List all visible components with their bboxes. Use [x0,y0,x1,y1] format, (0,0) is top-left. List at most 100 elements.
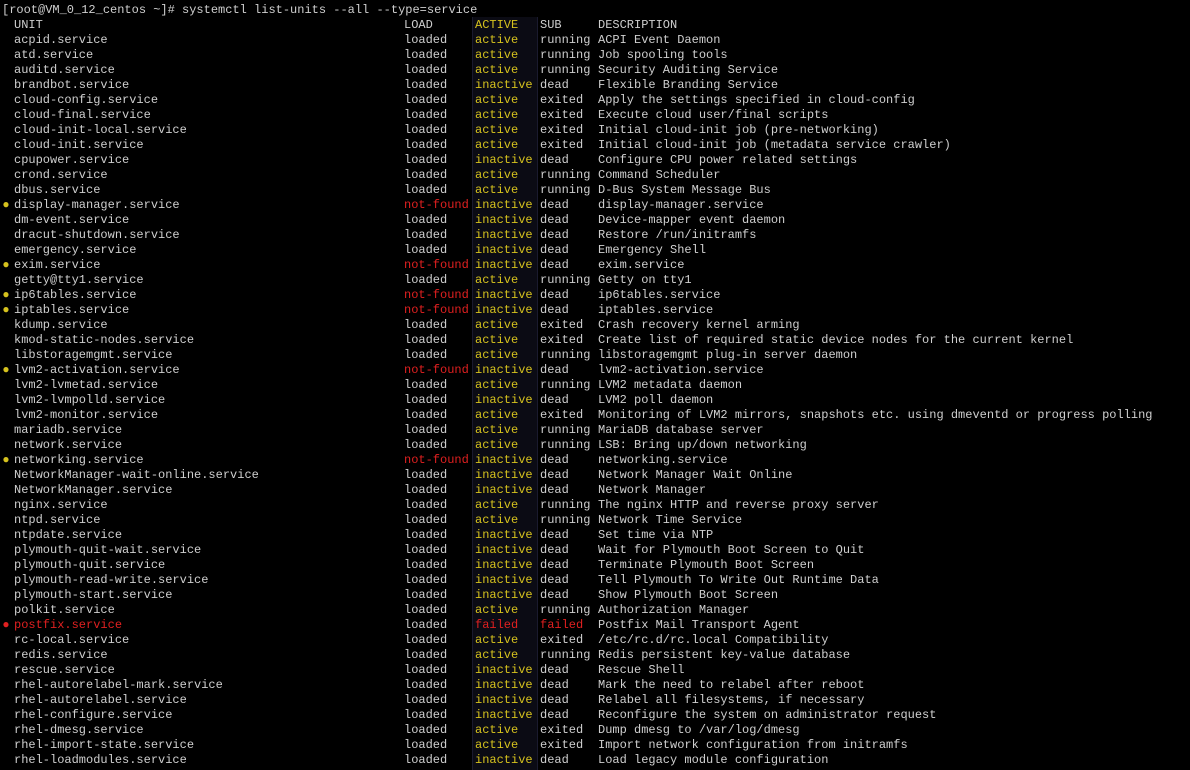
active-state: inactive [475,468,533,482]
active-state: active [475,498,519,512]
table-row: rhel-dmesg.service loaded active exited Dump… [0,723,1190,738]
table-row: emergency.service loaded inactive dead Emerg… [0,243,1190,258]
active-state: inactive [475,153,533,167]
unit-name: rhel-loadmodules.service [14,753,187,767]
sub-state: exited [540,633,584,647]
table-row: ● iptables.service not-found inactive dead ip… [0,303,1190,318]
unit-name: kdump.service [14,318,108,332]
table-row: dbus.service loaded active running D-Bus Sys… [0,183,1190,198]
unit-name: acpid.service [14,33,108,47]
unit-description: Load legacy module configuration [598,753,829,767]
sub-state: exited [540,318,584,332]
status-bullet-icon [0,498,12,513]
table-row: rescue.service loaded inactive dead Rescue S… [0,663,1190,678]
load-state: not-found [404,198,469,212]
sub-state: dead [540,228,569,242]
sub-state: dead [540,573,569,587]
table-row: cpupower.service loaded inactive dead Config… [0,153,1190,168]
load-state: loaded [404,168,448,182]
load-state: loaded [404,633,448,647]
load-state: loaded [404,723,448,737]
sub-state: exited [540,93,584,107]
table-row: rc-local.service loaded active exited/etc/r… [0,633,1190,648]
unit-name: cloud-init.service [14,138,144,152]
unit-description: Monitoring of LVM2 mirrors, snapshots et… [598,408,1153,422]
unit-description: LSB: Bring up/down networking [598,438,807,452]
unit-name: lvm2-lvmetad.service [14,378,159,392]
table-row: ntpdate.service loaded inactive dead Set tim… [0,528,1190,543]
active-state: active [475,348,519,362]
load-state: loaded [404,603,448,617]
sub-state: exited [540,738,584,752]
load-state: loaded [404,138,448,152]
sub-state: dead [540,198,569,212]
unit-description: Wait for Plymouth Boot Screen to Quit [598,543,865,557]
unit-description: ip6tables.service [598,288,721,302]
terminal-window[interactable]: [root@VM_0_12_centos ~]# systemctl list-… [0,0,1190,770]
load-state: loaded [404,738,448,752]
unit-description: Show Plymouth Boot Screen [598,588,779,602]
load-state: loaded [404,78,448,92]
unit-description: Apply the settings specified in cloud-co… [598,93,915,107]
unit-description: Crash recovery kernel arming [598,318,800,332]
table-row: crond.service loaded active running Command … [0,168,1190,183]
active-state: active [475,93,519,107]
status-bullet-icon: ● [2,363,10,377]
status-bullet-icon: ● [2,288,10,302]
unit-name: lvm2-monitor.service [14,408,159,422]
status-bullet-icon [0,558,12,573]
active-state: active [475,168,519,182]
table-row: lvm2-lvmpolld.service loaded inactive dead L… [0,393,1190,408]
active-state: inactive [475,558,533,572]
table-row: plymouth-quit.service loaded inactive dead T… [0,558,1190,573]
status-bullet-icon: ● [2,453,10,467]
load-state: loaded [404,558,448,572]
table-header: UNIT LOAD ACTIVE SUB DESCRIPTION [0,18,1190,33]
unit-description: ACPI Event Daemon [598,33,721,47]
active-state: active [475,33,519,47]
header-unit: UNIT [14,18,43,32]
header-sub: SUB [540,18,562,32]
unit-name: auditd.service [14,63,115,77]
load-state: loaded [404,468,448,482]
unit-name: network.service [14,438,123,452]
status-bullet-icon [0,468,12,483]
sub-state: dead [540,78,569,92]
sub-state: dead [540,693,569,707]
sub-state: dead [540,243,569,257]
unit-description: Command Scheduler [598,168,721,182]
table-row: dm-event.service loaded inactive dead Device… [0,213,1190,228]
active-state: inactive [475,288,533,302]
load-state: loaded [404,678,448,692]
load-state: loaded [404,378,448,392]
table-row: plymouth-read-write.service loaded inactiv… [0,573,1190,588]
sub-state: dead [540,288,569,302]
table-row: rhel-loadmodules.service loaded inactive de… [0,753,1190,768]
unit-name: NetworkManager-wait-online.service [14,468,259,482]
table-row: NetworkManager-wait-online.service loaded… [0,468,1190,483]
table-row: cloud-init.service loaded active exited Init… [0,138,1190,153]
table-row: ● postfix.service loaded failed failed Postfi… [0,618,1190,633]
sub-state: dead [540,363,569,377]
load-state: loaded [404,243,448,257]
sub-state: dead [540,393,569,407]
status-bullet-icon [0,213,12,228]
unit-description: lvm2-activation.service [598,363,764,377]
load-state: loaded [404,153,448,167]
load-state: loaded [404,498,448,512]
sub-state: exited [540,408,584,422]
header-load: LOAD [404,18,433,32]
status-bullet-icon [0,138,12,153]
unit-name: emergency.service [14,243,137,257]
unit-description: Network Manager [598,483,707,497]
load-state: loaded [404,63,448,77]
unit-name: plymouth-read-write.service [14,573,209,587]
status-bullet-icon [0,348,12,363]
unit-description: Dump dmesg to /var/log/dmesg [598,723,800,737]
status-bullet-icon [0,93,12,108]
unit-name: brandbot.service [14,78,130,92]
load-state: not-found [404,363,469,377]
unit-name: dm-event.service [14,213,130,227]
load-state: loaded [404,543,448,557]
active-state: active [475,423,519,437]
